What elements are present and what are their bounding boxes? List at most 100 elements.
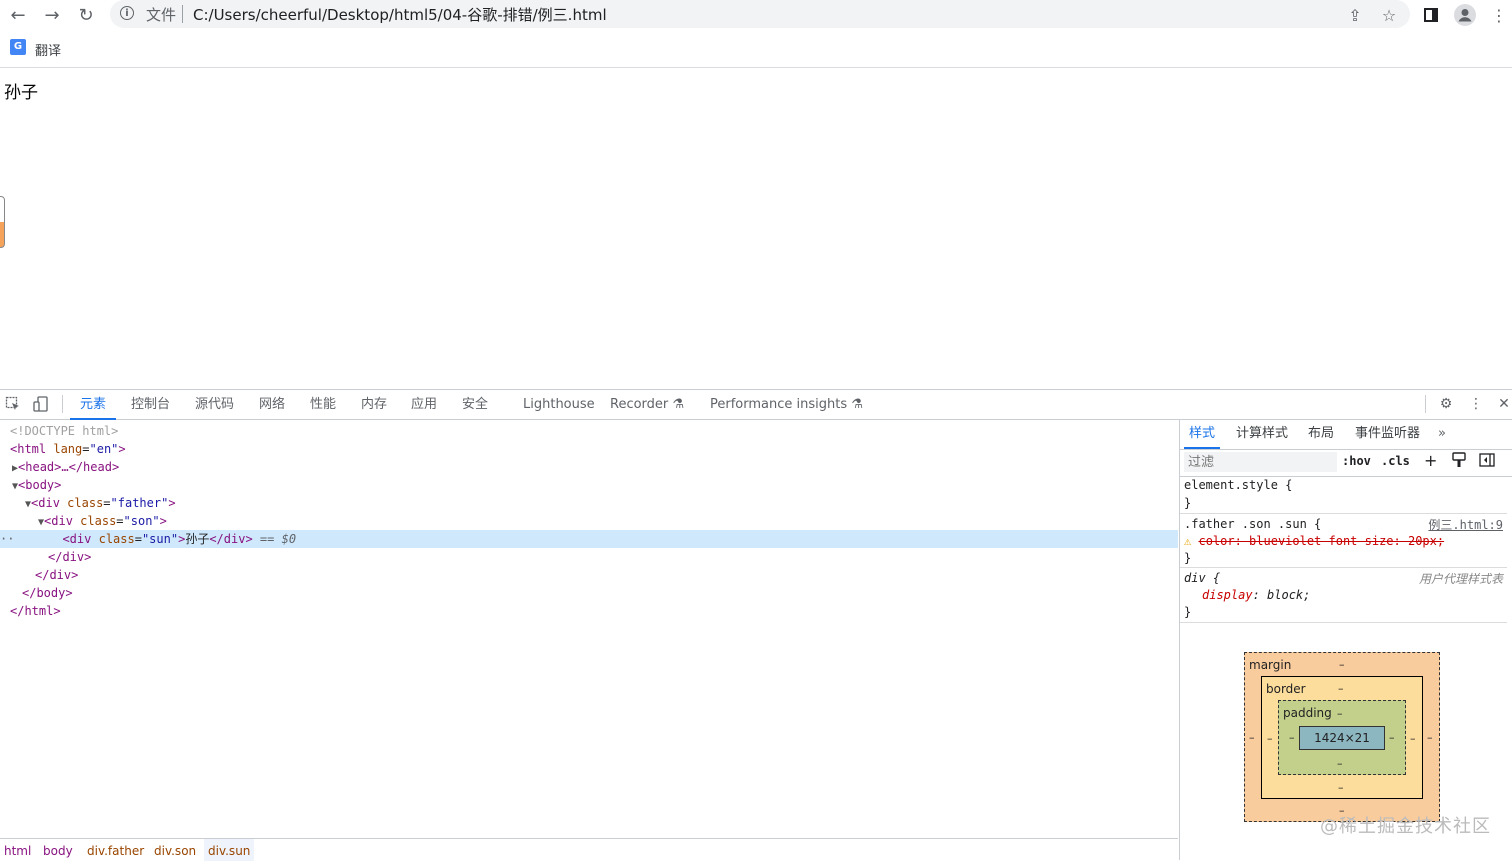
sun-rule-declaration[interactable]: ⚠ color: blueviolet font-size: 20px; — [1184, 533, 1444, 550]
back-icon[interactable]: ← — [6, 3, 30, 27]
share-icon[interactable]: ⇪ — [1344, 4, 1366, 26]
translate-icon[interactable]: G — [10, 39, 26, 55]
border-left-value[interactable]: – — [1267, 732, 1273, 745]
tree-node-father[interactable]: ▼<div class="father"> — [0, 494, 1178, 512]
rule-father-son-sun: .father .son .sun { 例三.html:9 ⚠ color: b… — [1180, 516, 1507, 568]
selected-marker: == $0 — [259, 532, 297, 546]
scheme-label: 文件 — [146, 6, 177, 24]
info-icon[interactable]: i — [120, 6, 134, 20]
hov-toggle[interactable]: :hov — [1342, 454, 1371, 468]
margin-right-value[interactable]: – — [1427, 731, 1433, 744]
son-open-tag: <div — [44, 514, 73, 528]
page-sun-text: 孙子 — [4, 83, 38, 103]
tab-sources[interactable]: 源代码 — [195, 390, 234, 418]
margin-left-value[interactable]: – — [1249, 731, 1255, 744]
son-class-attr: class — [80, 514, 117, 528]
father-open-tag: <div — [31, 496, 60, 510]
sun-class-value: "sun" — [141, 532, 179, 546]
padding-top-value[interactable]: – — [1337, 707, 1343, 720]
border-bottom-value[interactable]: – — [1338, 781, 1344, 794]
tab-console[interactable]: 控制台 — [131, 390, 170, 418]
tree-node-son-close[interactable]: </div> — [0, 548, 1178, 566]
padding-bottom-value[interactable]: – — [1337, 757, 1343, 770]
box-model-border[interactable]: border – – – – padding – – – – 1424×21 — [1261, 676, 1423, 799]
devtools-panel: 元素 控制台 源代码 网络 性能 内存 应用 安全 Lighthouse Rec… — [0, 389, 1512, 861]
sun-open-tag: <div — [62, 532, 92, 546]
border-label: border — [1266, 682, 1306, 696]
tab-performance-insights[interactable]: Performance insights ⚗ — [710, 390, 863, 418]
breadcrumb-div-son[interactable]: div.son — [150, 839, 200, 861]
tree-node-body[interactable]: ▼<body> — [0, 476, 1178, 494]
side-panel-icon[interactable] — [1420, 4, 1442, 26]
border-top-value[interactable]: – — [1338, 682, 1344, 695]
tree-node-head[interactable]: ▶<head>…</head> — [0, 458, 1178, 476]
rule-divider — [1180, 513, 1507, 514]
cls-toggle[interactable]: .cls — [1381, 454, 1410, 468]
tree-node-son[interactable]: ▼<div class="son"> — [0, 512, 1178, 530]
div-rule-close: } — [1184, 605, 1192, 619]
forward-icon[interactable]: → — [40, 3, 64, 27]
tab-computed[interactable]: 计算样式 — [1236, 419, 1288, 447]
tab-styles[interactable]: 样式 — [1184, 419, 1221, 449]
more-tabs-chevron-icon[interactable]: » — [1438, 419, 1446, 447]
inspect-element-icon[interactable] — [4, 395, 22, 413]
tab-application[interactable]: 应用 — [411, 390, 437, 418]
bookmark-star-icon[interactable]: ☆ — [1378, 4, 1400, 26]
settings-gear-icon[interactable]: ⚙ — [1437, 395, 1455, 413]
father-class-attr: class — [67, 496, 104, 510]
devtools-more-icon[interactable]: ⋮ — [1467, 395, 1485, 413]
tab-security[interactable]: 安全 — [462, 390, 488, 418]
tree-node-doctype[interactable]: <!DOCTYPE html> — [0, 422, 1178, 440]
tab-lighthouse[interactable]: Lighthouse — [523, 390, 595, 418]
padding-label: padding — [1283, 706, 1332, 720]
paint-brush-icon[interactable] — [1452, 452, 1466, 471]
son-class-value: "son" — [123, 514, 160, 528]
tree-node-body-close[interactable]: </body> — [0, 584, 1178, 602]
rule-divider — [1180, 567, 1507, 568]
breadcrumb-body[interactable]: body — [39, 839, 77, 861]
row-ellipsis-icon[interactable]: ·· — [0, 532, 14, 546]
toggle-sidebar-icon[interactable] — [1479, 453, 1495, 470]
new-style-rule-icon[interactable]: + — [1424, 451, 1437, 470]
tree-node-html-close[interactable]: </html> — [0, 602, 1178, 620]
tab-memory[interactable]: 内存 — [361, 390, 387, 418]
padding-left-value[interactable]: – — [1289, 731, 1295, 744]
close-devtools-icon[interactable]: ✕ — [1495, 395, 1512, 413]
floating-handle[interactable] — [0, 196, 5, 248]
address-bar[interactable]: i 文件 C:/Users/cheerful/Desktop/html5/04-… — [110, 0, 1410, 28]
box-model-margin[interactable]: margin – – – – border – – – – padding – … — [1244, 652, 1440, 822]
sun-text-node: 孙子 — [185, 532, 210, 546]
div-rule-selector: div { — [1184, 571, 1221, 585]
more-menu-icon[interactable]: ⋮ — [1488, 4, 1510, 26]
border-right-value[interactable]: – — [1410, 732, 1416, 745]
tree-node-father-close[interactable]: </div> — [0, 566, 1178, 584]
sun-rule-source-link[interactable]: 例三.html:9 — [1428, 516, 1503, 533]
html-close-tag: </html> — [10, 604, 61, 618]
box-model-content[interactable]: 1424×21 — [1299, 726, 1385, 750]
tree-node-html[interactable]: <html lang="en"> — [0, 440, 1178, 458]
tab-performance[interactable]: 性能 — [310, 390, 336, 418]
reload-icon[interactable]: ↻ — [74, 3, 98, 27]
tab-network[interactable]: 网络 — [259, 390, 285, 418]
padding-right-value[interactable]: – — [1389, 731, 1395, 744]
breadcrumb-div-sun[interactable]: div.sun — [204, 839, 255, 861]
breadcrumb-html[interactable]: html — [0, 839, 35, 861]
translate-bookmark[interactable]: 翻译 — [35, 40, 61, 59]
profile-avatar-icon[interactable] — [1454, 4, 1476, 26]
breadcrumb-div-father[interactable]: div.father — [83, 839, 148, 861]
body-close-tag: </body> — [22, 586, 73, 600]
sun-rule-selector[interactable]: .father .son .sun { — [1184, 516, 1321, 533]
tab-event-listeners[interactable]: 事件监听器 — [1355, 419, 1420, 447]
tab-elements[interactable]: 元素 — [70, 390, 117, 420]
url-text[interactable]: C:/Users/cheerful/Desktop/html5/04-谷歌-排错… — [193, 4, 607, 25]
element-style-selector[interactable]: element.style { — [1184, 477, 1292, 494]
margin-top-value[interactable]: – — [1339, 658, 1345, 671]
styles-filter-input[interactable] — [1184, 452, 1337, 472]
tree-node-sun-selected[interactable]: ·· <div class="sun">孙子</div> == $0 — [0, 530, 1178, 548]
box-model-padding[interactable]: padding – – – – 1424×21 — [1278, 700, 1406, 775]
tab-layout[interactable]: 布局 — [1308, 419, 1334, 447]
tab-recorder[interactable]: Recorder ⚗ — [610, 390, 684, 418]
device-toolbar-icon[interactable] — [32, 395, 50, 413]
html-lang-value: "en" — [89, 442, 119, 456]
user-agent-label: 用户代理样式表 — [1418, 572, 1503, 586]
